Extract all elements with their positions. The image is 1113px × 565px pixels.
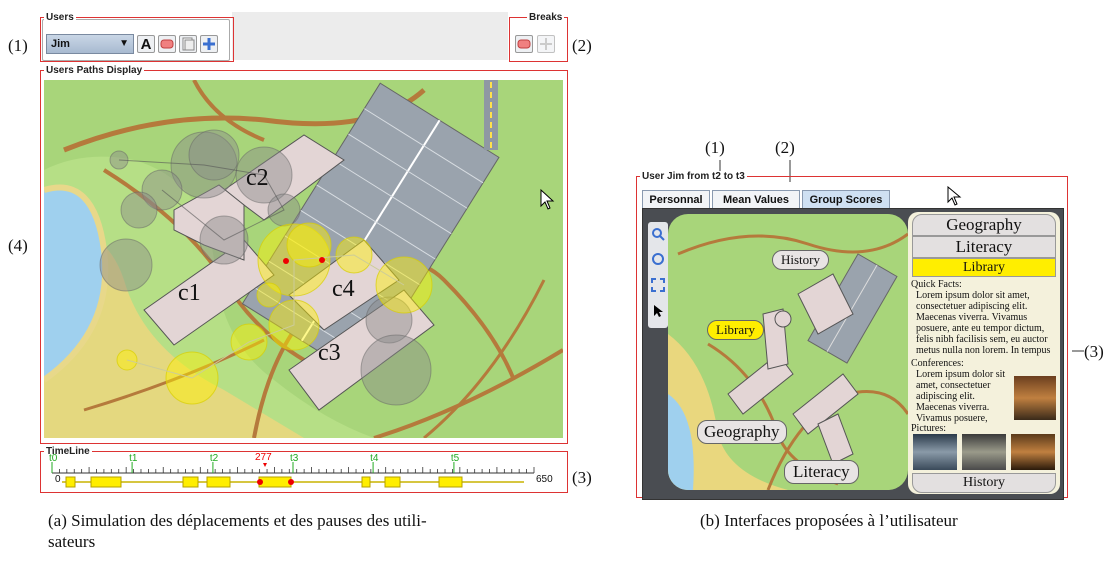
- add-user-button[interactable]: [200, 35, 218, 53]
- timeline-mark-label: t2: [209, 453, 219, 464]
- caption-a: (a) Simulation des déplacements et des p…: [48, 511, 427, 551]
- tab-personnal[interactable]: Personnal: [642, 190, 710, 208]
- timeline-current: 277: [255, 452, 272, 463]
- info-header-literacy[interactable]: Literacy: [912, 236, 1056, 258]
- breaks-group-title: Breaks: [527, 12, 565, 23]
- caption-b: (b) Interfaces proposées à l’utilisateur: [700, 511, 958, 530]
- copy-button[interactable]: [179, 35, 197, 53]
- eraser-button[interactable]: [158, 35, 176, 53]
- tab-mean-values[interactable]: Mean Values: [712, 190, 800, 208]
- user-select-value: Jim: [51, 38, 70, 50]
- tab-group-scores[interactable]: Group Scores: [802, 190, 890, 208]
- user-select[interactable]: Jim ▼: [46, 34, 134, 54]
- bubble-geography[interactable]: Geography: [697, 420, 787, 444]
- info-panel: Geography Literacy Library Quick Facts: …: [908, 212, 1060, 494]
- quick-facts-title: Quick Facts:: [911, 279, 962, 290]
- info-footer-history[interactable]: History: [912, 473, 1056, 493]
- timeline-mark-label: t3: [290, 453, 299, 464]
- callout-4: (4): [8, 236, 28, 255]
- timeline-mark-label: t5: [450, 453, 460, 464]
- right-group-title: User Jim from t2 to t3: [640, 171, 747, 182]
- right-callout-2: (2): [775, 138, 795, 157]
- tool-strip: [648, 222, 668, 328]
- bubble-history[interactable]: History: [772, 250, 829, 270]
- eraser-icon: [160, 39, 174, 49]
- callout-3: (3): [572, 468, 592, 487]
- timeline-start: 0: [55, 474, 61, 485]
- building-label-c3: c3: [318, 340, 341, 366]
- pointer-icon[interactable]: [651, 304, 665, 318]
- add-break-button[interactable]: [537, 35, 555, 53]
- bubble-literacy[interactable]: Literacy: [784, 460, 859, 484]
- picture-thumb[interactable]: [1011, 434, 1055, 470]
- cursor-icon: [947, 186, 962, 206]
- font-button[interactable]: A: [137, 35, 155, 53]
- pictures-title: Pictures:: [911, 423, 946, 434]
- picture-thumb[interactable]: [962, 434, 1006, 470]
- eraser-icon: [517, 39, 531, 49]
- conferences-text: Lorem ipsum dolor sit amet, consectetuer…: [916, 369, 1006, 424]
- refresh-icon[interactable]: [651, 252, 665, 266]
- quick-facts-text: Lorem ipsum dolor sit amet, consectetuer…: [916, 290, 1051, 356]
- picture-thumb[interactable]: [913, 434, 957, 470]
- fit-icon[interactable]: [651, 278, 665, 292]
- building-label-c1: c1: [178, 280, 201, 306]
- remove-break-button[interactable]: [515, 35, 533, 53]
- users-group-title: Users: [44, 12, 76, 23]
- callout-2: (2): [572, 36, 592, 55]
- chevron-down-icon: ▼: [119, 38, 129, 49]
- plus-icon: [540, 38, 552, 50]
- timeline[interactable]: [44, 454, 562, 490]
- plus-icon: [203, 38, 215, 50]
- campus-map[interactable]: [44, 80, 563, 438]
- info-header-geography[interactable]: Geography: [912, 214, 1056, 236]
- bubble-library[interactable]: Library: [707, 320, 764, 340]
- callout-1: (1): [8, 36, 28, 55]
- document-icon: [182, 37, 195, 51]
- info-header-library[interactable]: Library: [912, 258, 1056, 277]
- timeline-end: 650: [536, 474, 553, 485]
- timeline-mark-label: t4: [370, 453, 379, 464]
- zoom-icon[interactable]: [651, 227, 665, 241]
- right-callout-1: (1): [705, 138, 725, 157]
- tab-bar: Personnal Mean Values Group Scores: [640, 190, 900, 209]
- toolbar-background: [232, 12, 508, 60]
- conference-photo: [1014, 376, 1056, 420]
- timeline-mark-label: t1: [129, 453, 138, 464]
- paths-display-title: Users Paths Display: [44, 65, 145, 76]
- building-label-c4: c4: [332, 276, 355, 302]
- building-label-c2: c2: [246, 165, 269, 191]
- timeline-mark-label: t0: [49, 453, 58, 464]
- conferences-title: Conferences:: [911, 358, 964, 369]
